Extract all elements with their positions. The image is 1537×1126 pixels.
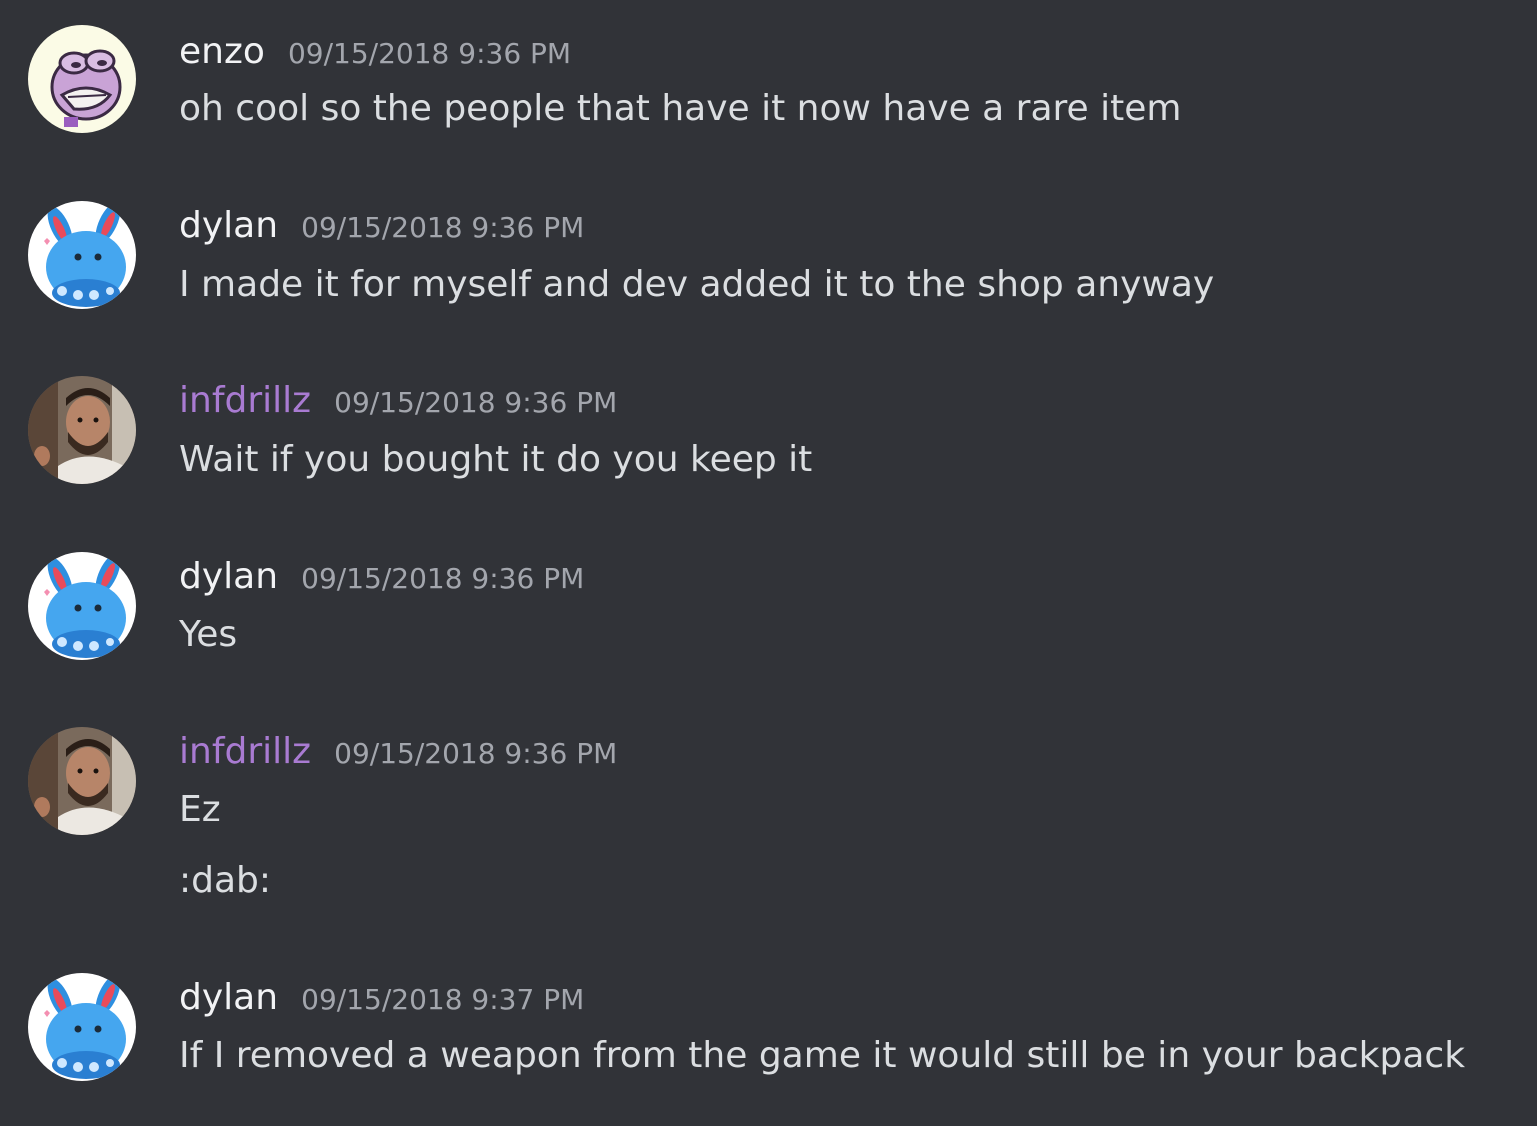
message-text: I made it for myself and dev added it to… [179,264,1215,305]
message-text: oh cool so the people that have it now h… [179,88,1182,129]
user-avatar-dylan[interactable] [28,201,136,309]
bearded-man-photo-avatar-icon [28,376,136,484]
username[interactable]: infdrillz [179,380,311,421]
message-header: dylan 09/15/2018 9:36 PM [179,208,584,244]
timestamp: 09/15/2018 9:37 PM [301,983,585,1016]
user-avatar-dylan[interactable] [28,973,136,1081]
username[interactable]: dylan [179,977,278,1018]
message-text: Ez [179,789,221,830]
message-text: Wait if you bought it do you keep it [179,439,813,480]
username[interactable]: dylan [179,556,278,597]
azumarill-avatar-icon [28,552,136,660]
message-header: dylan 09/15/2018 9:37 PM [179,980,584,1016]
azumarill-avatar-icon [28,201,136,309]
timestamp: 09/15/2018 9:36 PM [301,562,585,595]
bearded-man-photo-avatar-icon [28,727,136,835]
user-avatar-infdrillz[interactable] [28,727,136,835]
message-header: dylan 09/15/2018 9:36 PM [179,559,584,595]
username[interactable]: infdrillz [179,731,311,772]
message-text: Yes [179,614,238,655]
username[interactable]: enzo [179,31,265,72]
timestamp: 09/15/2018 9:36 PM [301,211,585,244]
azumarill-avatar-icon [28,973,136,1081]
message-header: infdrillz 09/15/2018 9:36 PM [179,734,617,770]
message-text: :dab: [179,860,272,901]
timestamp: 09/15/2018 9:36 PM [334,737,618,770]
pepe-frog-avatar-icon [28,25,136,133]
timestamp: 09/15/2018 9:36 PM [287,37,572,70]
user-avatar-dylan[interactable] [28,552,136,660]
message-text: If I removed a weapon from the game it w… [179,1035,1466,1076]
username[interactable]: dylan [179,205,278,246]
timestamp: 09/15/2018 9:36 PM [334,386,618,419]
message-header: enzo 09/15/2018 9:36 PM [179,34,571,70]
user-avatar-infdrillz[interactable] [28,376,136,484]
message-header: infdrillz 09/15/2018 9:36 PM [179,383,617,419]
user-avatar-enzo[interactable] [28,25,136,133]
